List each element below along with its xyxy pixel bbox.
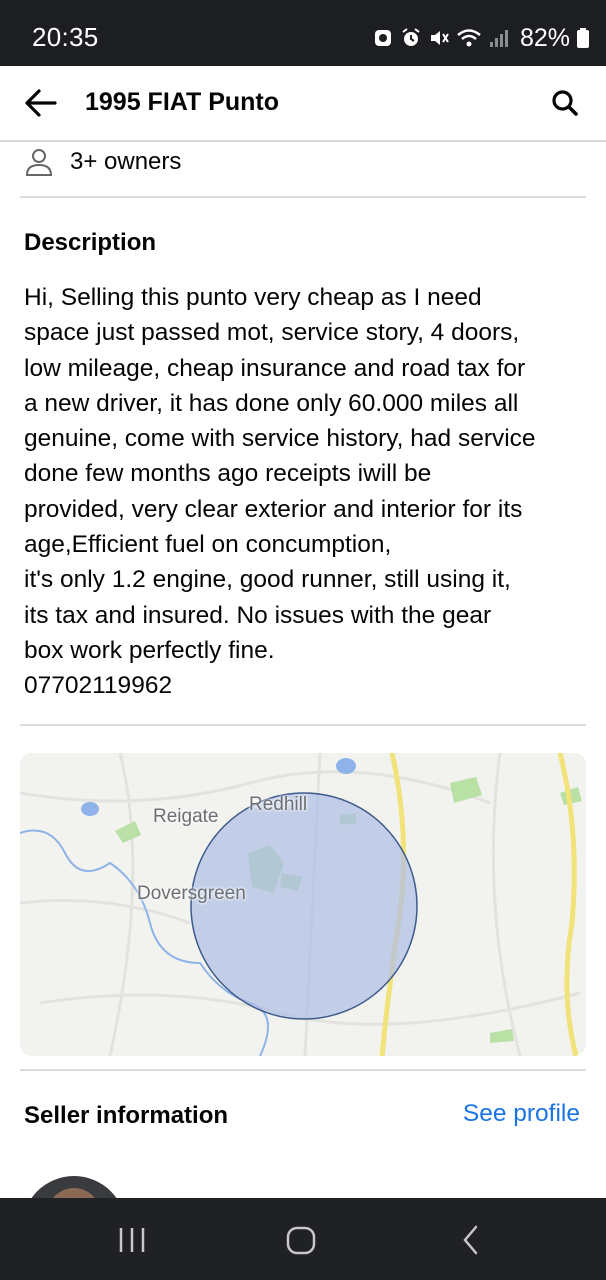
description-line: Hi, Selling this punto very cheap as I n… [24,284,482,311]
recent-apps-icon[interactable] [112,1220,152,1260]
map-label-redhill: Redhill [249,794,308,815]
phone-number: 07702119962 [24,672,173,700]
status-time: 20:35 [32,22,99,52]
description-heading: Description [24,229,157,256]
divider [20,724,586,726]
back-icon[interactable] [451,1220,491,1260]
owners-count: 3+ owners [70,148,182,175]
back-arrow-icon[interactable] [22,84,60,122]
description-line: it's only 1.2 engine, good runner, still… [24,566,511,594]
app-header: 1995 FIAT Punto [0,66,606,142]
description-line: box work perfectly fine. [24,636,275,664]
wifi-icon [457,29,481,47]
battery-percent: 82% [519,23,570,52]
description-text: Hi, Selling this punto very cheap as I n… [24,280,590,704]
seller-heading: Seller information [24,1102,229,1129]
page-title: 1995 FIAT Punto [85,88,280,116]
signal-icon [489,30,508,47]
divider [20,196,586,198]
home-icon[interactable] [281,1220,321,1260]
owners-row: 3+ owners [24,142,181,182]
battery-icon [577,28,589,48]
system-nav-bar [0,1198,606,1280]
description-line: provided, very clear exterior and interi… [24,495,523,523]
notification-icon [374,30,391,46]
divider [20,1069,586,1071]
description-line: a new driver, it has done only 60.000 mi… [24,389,519,417]
description-line: low mileage, cheap insurance and road ta… [24,354,526,382]
search-icon[interactable] [550,88,580,118]
map-label-reigate: Reigate [153,806,219,827]
person-icon [25,149,53,176]
map-label-doversgreen: Doversgreen [137,883,246,904]
description-line: space just passed mot, service story, 4 … [24,319,520,347]
see-profile-link[interactable]: See profile [463,1100,580,1128]
alarm-icon [402,28,420,46]
description-line: genuine, come with service history, had … [24,425,536,453]
description-line: its tax and insured. No issues with the … [24,601,492,629]
mute-icon [430,31,449,45]
description-line: done few months ago receipts iwill be [24,460,432,488]
status-icons: 82% [372,22,590,54]
status-bar: 20:35 82% [0,0,606,66]
description-line: age,Efficient fuel on concumption, [24,531,392,559]
location-map[interactable]: Reigate Redhill Doversgreen [20,753,586,1056]
